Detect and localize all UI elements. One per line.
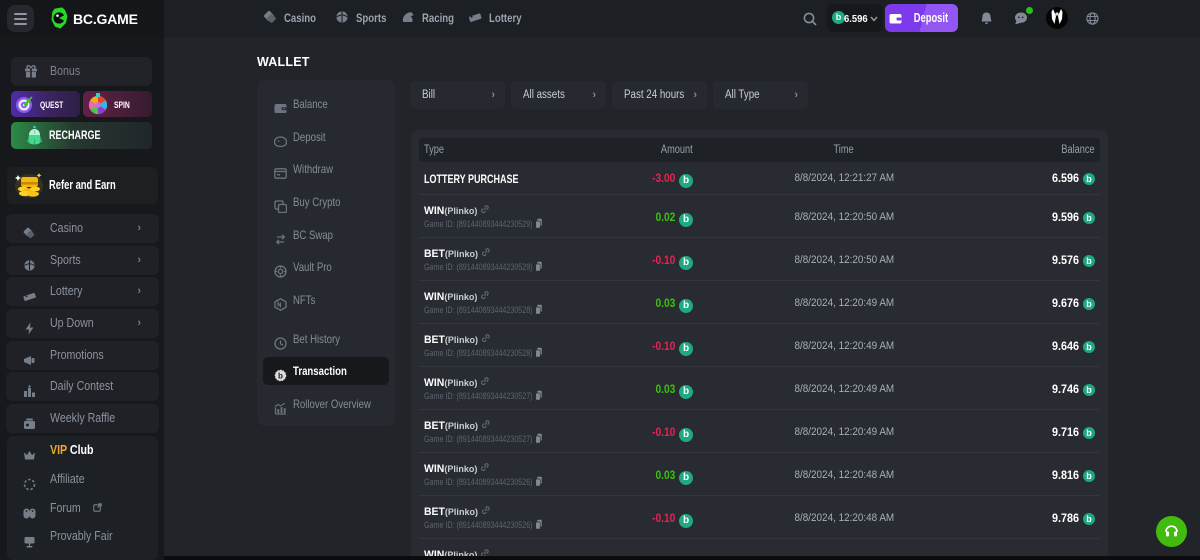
svg-text:b: b xyxy=(278,371,283,380)
